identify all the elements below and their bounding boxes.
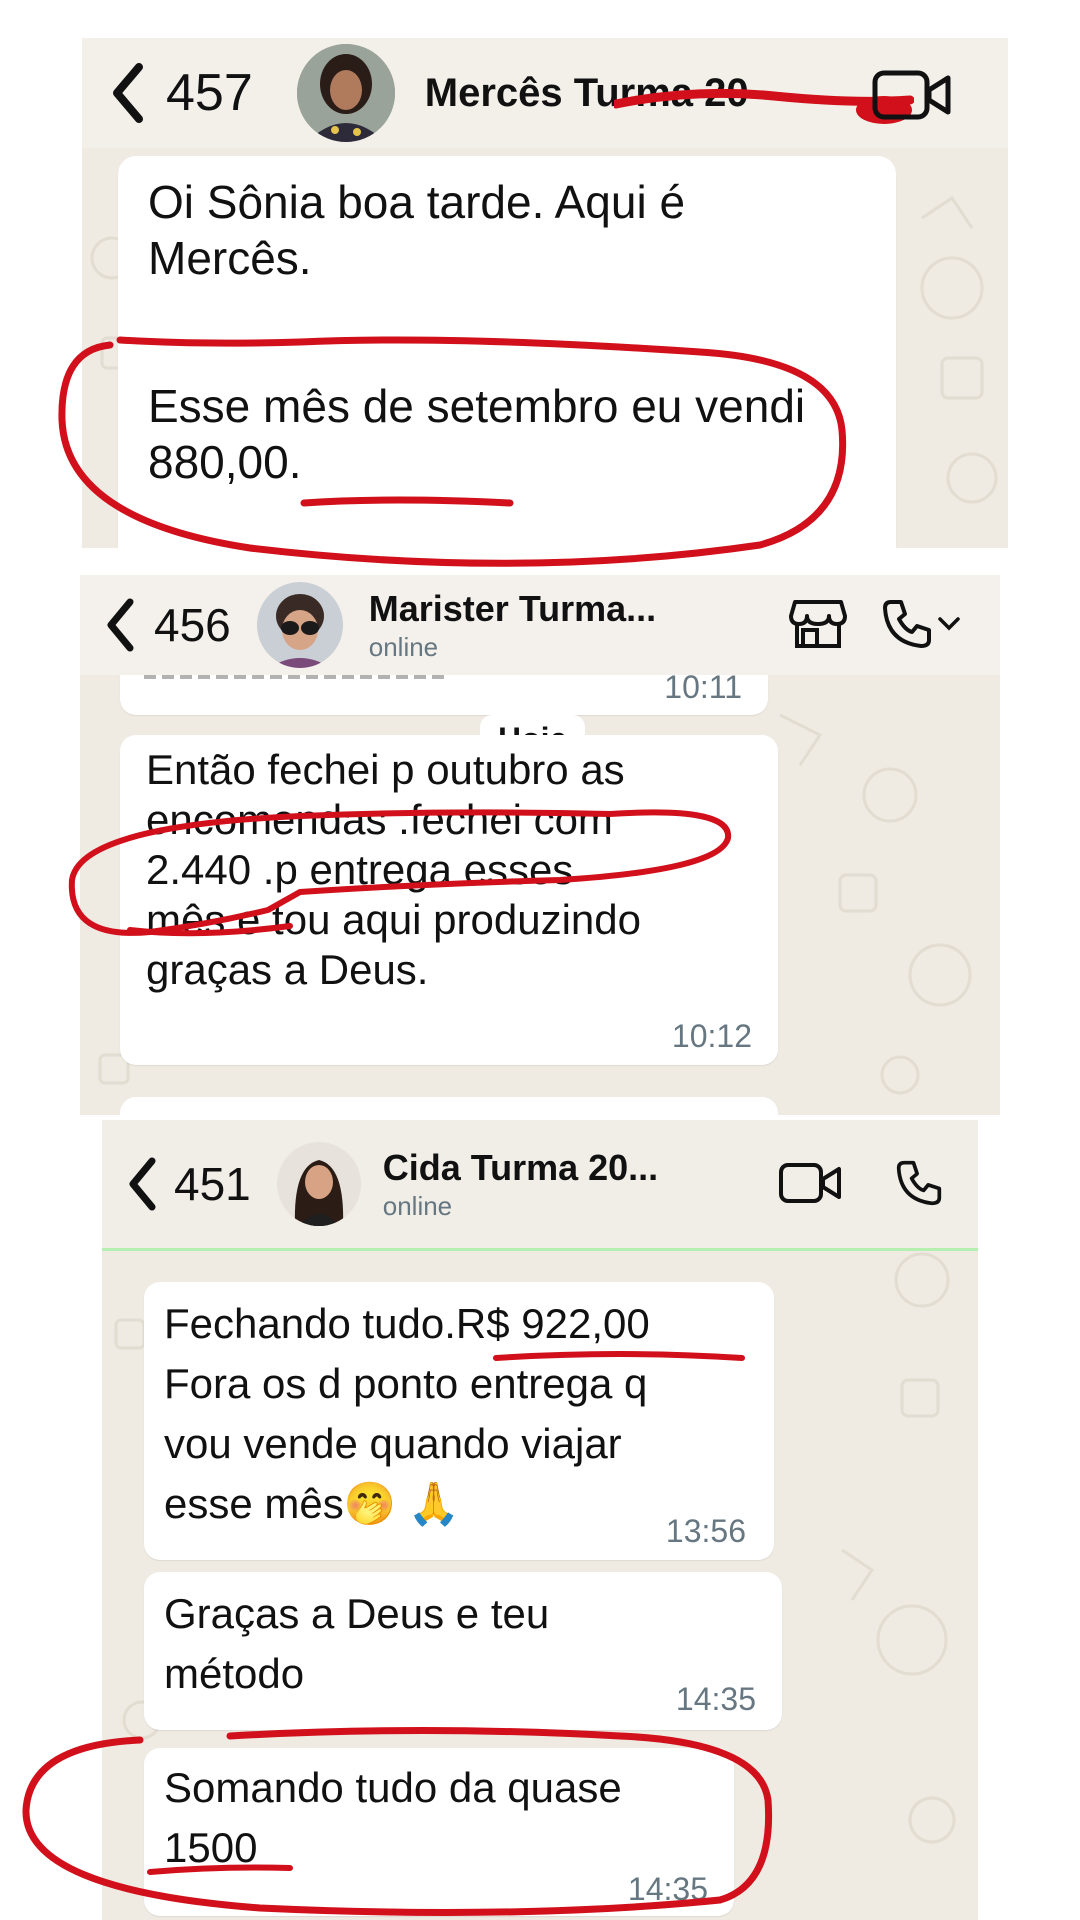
message-time: 10:12 <box>671 1018 752 1054</box>
message-bubble[interactable]: Fechando tudo.R$ 922,00 Fora os d ponto … <box>144 1282 774 1560</box>
back-button[interactable] <box>100 595 140 655</box>
voice-call-button[interactable] <box>894 1158 944 1208</box>
message-time: 13:56 <box>665 1513 746 1549</box>
phone-icon <box>896 1160 942 1206</box>
message-bubble[interactable]: Graças a Deus e teu método 14:35 <box>144 1572 782 1730</box>
back-chevron-icon <box>107 598 134 652</box>
contact-name: Marister Turma... <box>368 587 657 629</box>
message-bubble-partial[interactable]: 10:11 <box>120 675 768 715</box>
message-text: Graças a Deus e teu método <box>164 1590 550 1697</box>
business-store-button[interactable] <box>788 597 848 651</box>
message-text: Então fechei p outubro as encomendas .fe… <box>146 746 641 993</box>
phone-icon <box>883 600 931 648</box>
contact-info[interactable]: Marister Turma... online <box>369 588 656 663</box>
chat-header: 451 Cida Turma 20... online <box>102 1120 978 1251</box>
presence-status: online <box>368 631 439 662</box>
back-chevron-icon <box>129 1157 156 1211</box>
video-call-button[interactable] <box>778 1160 842 1206</box>
unread-count: 451 <box>174 1158 251 1210</box>
chat-screenshot-3: 451 Cida Turma 20... online Fechando tud… <box>102 1120 978 1920</box>
chevron-down-icon <box>938 617 960 631</box>
message-bubble[interactable]: Então fechei p outubro as encomendas .fe… <box>120 735 778 1065</box>
back-button[interactable] <box>122 1154 162 1214</box>
chat-screenshot-2: 456 Marister Turma... online 10:11 Então… <box>80 575 1000 1115</box>
contact-info[interactable]: Cida Turma 20... online <box>383 1147 658 1222</box>
emoji: 🤭 🙏 <box>343 1480 460 1527</box>
message-time: 10:11 <box>664 675 742 705</box>
message-bubble-partial[interactable] <box>120 1097 778 1115</box>
sales-amount: R$ 922,00 <box>455 1300 650 1347</box>
message-text: Somando tudo da quase 1500 <box>164 1764 622 1871</box>
message-text: Esse mês de setembro eu vendi 880,00. <box>148 380 806 489</box>
chat-header: 457 Mercês Turma 20 <box>82 38 1008 148</box>
video-call-button[interactable] <box>872 68 952 122</box>
unread-count: 457 <box>166 64 253 122</box>
message-bubble[interactable]: Oi Sônia boa tarde. Aqui é Mercês. Esse … <box>118 156 896 548</box>
video-call-icon <box>872 70 951 120</box>
message-bubble[interactable]: Somando tudo da quase 1500 14:35 <box>144 1748 734 1916</box>
avatar-photo <box>276 1142 361 1226</box>
chat-header: 456 Marister Turma... online <box>80 575 1000 675</box>
message-time: 14:35 <box>627 1871 708 1907</box>
message-time: 14:35 <box>675 1681 756 1717</box>
voice-call-button[interactable] <box>880 597 934 651</box>
avatar[interactable] <box>256 582 343 668</box>
avatar-photo <box>256 582 343 668</box>
message-text: Oi Sônia boa tarde. Aqui é Mercês. <box>148 176 686 285</box>
video-call-icon <box>779 1163 841 1203</box>
chat-screenshot-1: 457 Mercês Turma 20 Oi Sônia boa tarde. … <box>82 38 1008 548</box>
avatar[interactable] <box>296 44 395 142</box>
redaction-scribble <box>614 88 914 124</box>
avatar[interactable] <box>276 1142 361 1226</box>
back-chevron-icon <box>113 63 143 123</box>
sales-amount: 1500 <box>164 1824 258 1871</box>
presence-status: online <box>382 1190 453 1221</box>
back-button[interactable] <box>102 58 152 128</box>
unread-count: 456 <box>154 599 231 651</box>
sales-amount: 880,00 <box>148 436 289 489</box>
sales-amount: 2.440 <box>146 846 252 893</box>
avatar-photo <box>296 44 395 142</box>
clipped-text <box>144 675 444 679</box>
call-options-button[interactable] <box>936 611 962 637</box>
message-text: Fechando tudo.R$ 922,00 Fora os d ponto … <box>164 1300 650 1527</box>
store-icon <box>789 600 847 648</box>
contact-name: Cida Turma 20... <box>382 1146 659 1188</box>
